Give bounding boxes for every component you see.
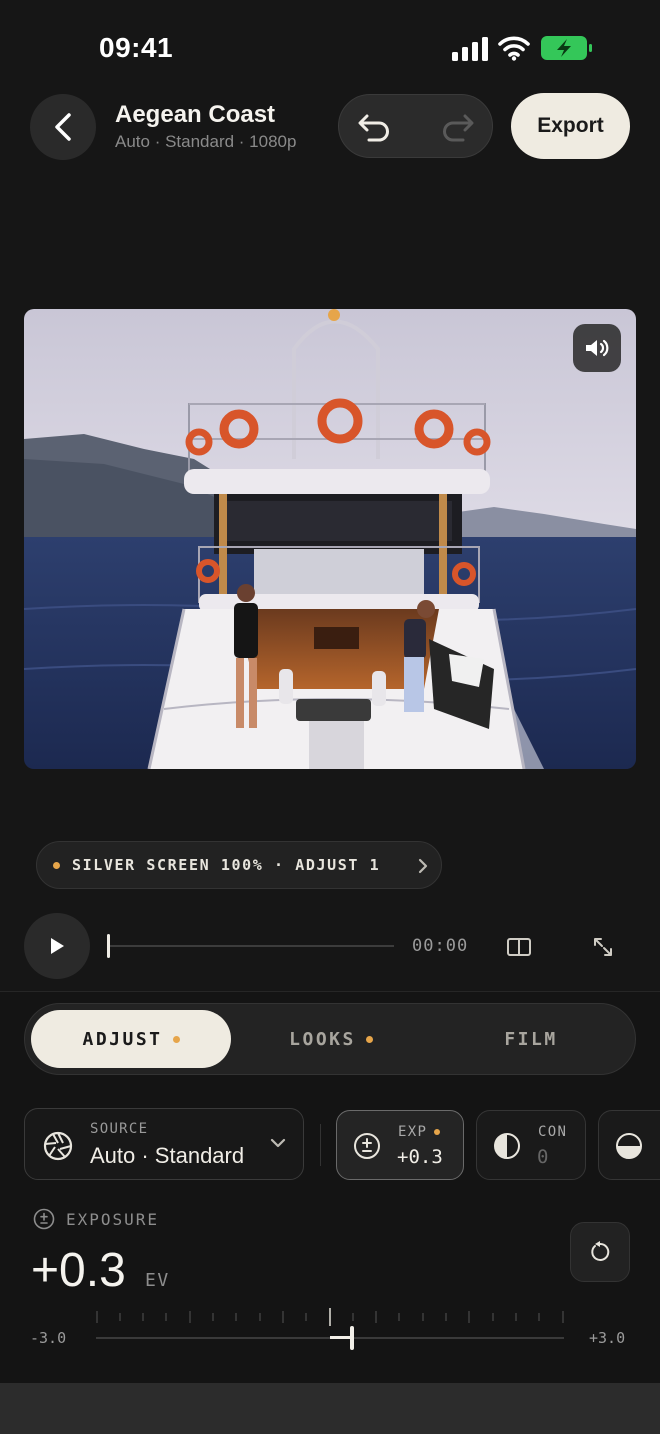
slider-ticks [96,1308,564,1326]
project-title: Aegean Coast [115,101,276,128]
param-exposure[interactable]: EXP +0.3 [336,1110,464,1180]
reset-button[interactable] [570,1222,630,1282]
tab-adjust-label: ADJUST [82,1028,163,1050]
chevron-right-icon [418,858,428,874]
home-indicator-area [0,1383,660,1434]
wifi-icon [498,36,530,61]
mute-toggle-button[interactable] [573,324,621,372]
play-button[interactable] [24,913,90,979]
chevron-down-icon [270,1138,286,1148]
speaker-icon [586,339,609,357]
tab-adjust-dot [172,1035,180,1043]
split-compare-icon [507,938,531,956]
project-subtitle: Auto · Standard · 1080p [115,132,297,151]
tab-adjust[interactable]: ADJUST [31,1004,231,1074]
param-exposure-dot [434,1129,441,1135]
param-exposure-label-text: EXP [398,1124,428,1140]
back-button[interactable] [30,94,96,160]
reset-icon [591,1241,610,1261]
tab-film[interactable]: FILM [431,1004,631,1074]
param-highlights[interactable] [598,1110,660,1180]
exposure-label: EXPOSURE [66,1210,160,1229]
status-bar: 09:41 [0,0,660,90]
source-label: SOURCE [90,1121,149,1137]
exposure-unit: EV [145,1270,170,1291]
play-icon [51,938,64,954]
contrast-icon [494,1133,520,1159]
export-button[interactable]: Export [511,93,630,159]
exposure-icon [33,1208,55,1230]
split-compare-button[interactable] [504,932,534,962]
boat-scene-image [24,309,636,769]
param-exposure-label: EXP [398,1124,441,1140]
status-dot [53,861,60,869]
fullscreen-button[interactable] [588,932,618,962]
battery-charging-icon [541,36,592,60]
param-contrast-label-text: CON [538,1124,568,1140]
exposure-value: +0.3 [31,1244,126,1297]
back-arrow-icon [55,113,71,141]
slider-max-label: +3.0 [589,1329,626,1347]
tab-looks-dot [365,1035,373,1043]
video-preview[interactable] [24,309,636,769]
cellular-signal-icon [452,37,488,61]
tab-looks[interactable]: LOOKS [231,1004,431,1074]
slider-min-label: -3.0 [30,1329,67,1347]
tab-looks-label: LOOKS [289,1028,356,1050]
half-circle-icon [616,1133,642,1159]
tab-film-label: FILM [504,1028,558,1050]
timeline-scrubber[interactable] [110,945,394,947]
param-contrast-value: 0 [537,1146,549,1168]
mode-tabs: ADJUST LOOKS FILM [24,1003,636,1075]
timecode: 00:00 [412,936,469,956]
source-value: Auto · Standard [90,1143,245,1168]
undo-button[interactable] [355,109,393,145]
param-contrast[interactable]: CON 0 [476,1110,586,1180]
active-filter-chip[interactable]: SILVER SCREEN 100% · ADJUST 1 [36,841,442,889]
redo-button[interactable] [439,109,477,145]
expand-icon [594,938,612,956]
param-contrast-label: CON [538,1124,567,1140]
exposure-slider-thumb[interactable] [350,1326,354,1350]
aperture-icon [43,1131,73,1161]
undo-redo-group [338,94,493,158]
filter-chip-text: SILVER SCREEN 100% · ADJUST 1 [72,856,381,874]
redo-icon [443,114,474,142]
source-selector[interactable]: SOURCE Auto · Standard [24,1108,304,1180]
param-exposure-value: +0.3 [397,1146,443,1168]
status-time: 09:41 [99,32,174,63]
undo-icon [358,114,389,142]
divider [320,1124,321,1166]
playhead[interactable] [107,934,110,958]
exposure-icon [354,1133,380,1159]
